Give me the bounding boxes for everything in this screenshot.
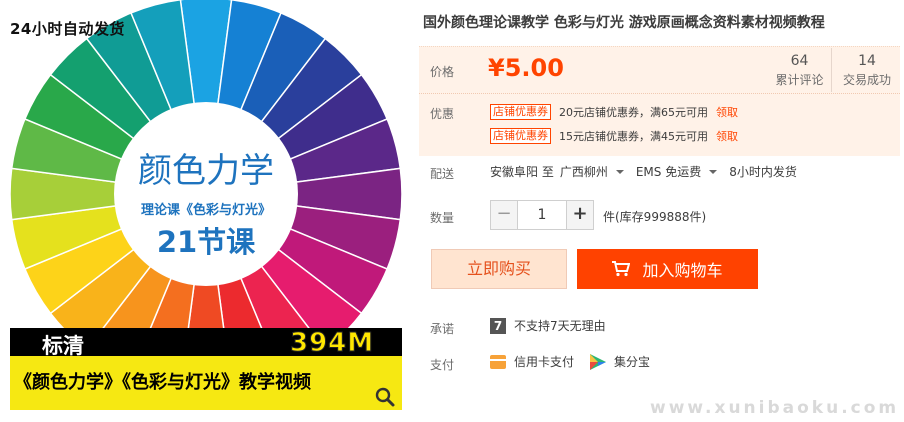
sales-count-stat: 14 交易成功 (834, 48, 900, 92)
destination-select[interactable]: 广西柳州 (560, 163, 636, 180)
add-to-cart-label: 加入购物车 (642, 261, 723, 280)
destination-value: 广西柳州 (559, 165, 608, 179)
quantity-increase-button[interactable]: + (566, 200, 594, 230)
payment-row: 信用卡支付 集分宝 (490, 353, 650, 370)
jifenbao-icon (590, 353, 607, 370)
buy-now-button[interactable]: 立即购买 (431, 249, 567, 289)
wheel-subtitle: 理论课《色彩与灯光》 (141, 202, 271, 218)
review-count-label: 累计评论 (775, 73, 824, 87)
quantity-decrease-button[interactable]: − (490, 200, 518, 230)
quantity-input[interactable]: 1 (518, 200, 566, 230)
zoom-icon[interactable] (374, 386, 396, 408)
quantity-stepper: − 1 + (490, 200, 594, 230)
color-wheel: 颜色力学理论课《色彩与灯光》 21节课 (9, 0, 403, 330)
payment-label: 支付 (430, 358, 455, 372)
price-value: ¥5.00 (488, 54, 564, 82)
delivery-row: 安徽阜阳 至 广西柳州 EMS 免运费 8小时内发货 (490, 163, 797, 180)
coupon-text: 15元店铺优惠券，满45元可用 (559, 130, 708, 143)
quantity-label: 数量 (430, 211, 455, 225)
cart-icon (612, 261, 631, 277)
product-image[interactable]: 颜色力学 理论课《色彩与灯光》 21节课 24小时自动发货 标清 394M 《颜色力… (0, 0, 404, 410)
review-count-stat[interactable]: 64 累计评论 (768, 48, 832, 92)
promise-row: 7 不支持7天无理由 (490, 317, 606, 334)
promise-label: 承诺 (430, 322, 455, 336)
review-count: 64 (790, 53, 809, 69)
payment-jifenbao[interactable]: 集分宝 (614, 353, 650, 370)
seven-day-icon: 7 (490, 317, 506, 334)
file-size-label: 394M (289, 328, 375, 359)
product-title: 国外颜色理论课教学 色彩与灯光 游戏原画概念资料素材视频教程 (423, 15, 825, 31)
coupon-tag: 店铺优惠券 (490, 104, 551, 120)
wheel-lessons: 21节课 (157, 225, 256, 259)
chevron-down-icon (709, 169, 718, 174)
shipping-method-value: EMS 免运费 (635, 165, 702, 179)
watermark: www.xunibaoku.com (650, 398, 900, 418)
sales-count-label: 交易成功 (842, 73, 891, 87)
payment-credit-card[interactable]: 信用卡支付 (514, 353, 574, 370)
shipping-method-select[interactable]: EMS 免运费 (636, 163, 729, 180)
shipping-note: 24小时自动发货 (10, 20, 125, 38)
banner-text: 《颜色力学》《色彩与灯光》教学视频 (14, 372, 311, 393)
delivery-origin: 安徽阜阳 至 (490, 165, 554, 179)
coupon-tag: 店铺优惠券 (490, 128, 551, 144)
chevron-down-icon (615, 169, 624, 174)
add-to-cart-button[interactable]: 加入购物车 (577, 249, 758, 289)
promise-text[interactable]: 不支持7天无理由 (514, 317, 606, 334)
coupon-row: 店铺优惠券 20元店铺优惠券，满65元可用 领取 (490, 103, 738, 121)
sales-count: 14 (858, 53, 876, 69)
coupon-row: 店铺优惠券 15元店铺优惠券，满45元可用 领取 (490, 127, 738, 145)
price-divider (419, 93, 900, 94)
dispatch-time: 8小时内发货 (729, 165, 797, 179)
stock-text: 件(库存999888件) (603, 210, 707, 224)
coupon-text: 20元店铺优惠券，满65元可用 (559, 106, 708, 119)
credit-card-icon (490, 354, 506, 369)
claim-coupon-link[interactable]: 领取 (716, 128, 738, 144)
price-label: 价格 (430, 65, 455, 79)
claim-coupon-link[interactable]: 领取 (716, 104, 738, 120)
wheel-title: 颜色力学 (138, 151, 274, 191)
promotion-label: 优惠 (430, 107, 455, 121)
delivery-label: 配送 (430, 167, 455, 181)
